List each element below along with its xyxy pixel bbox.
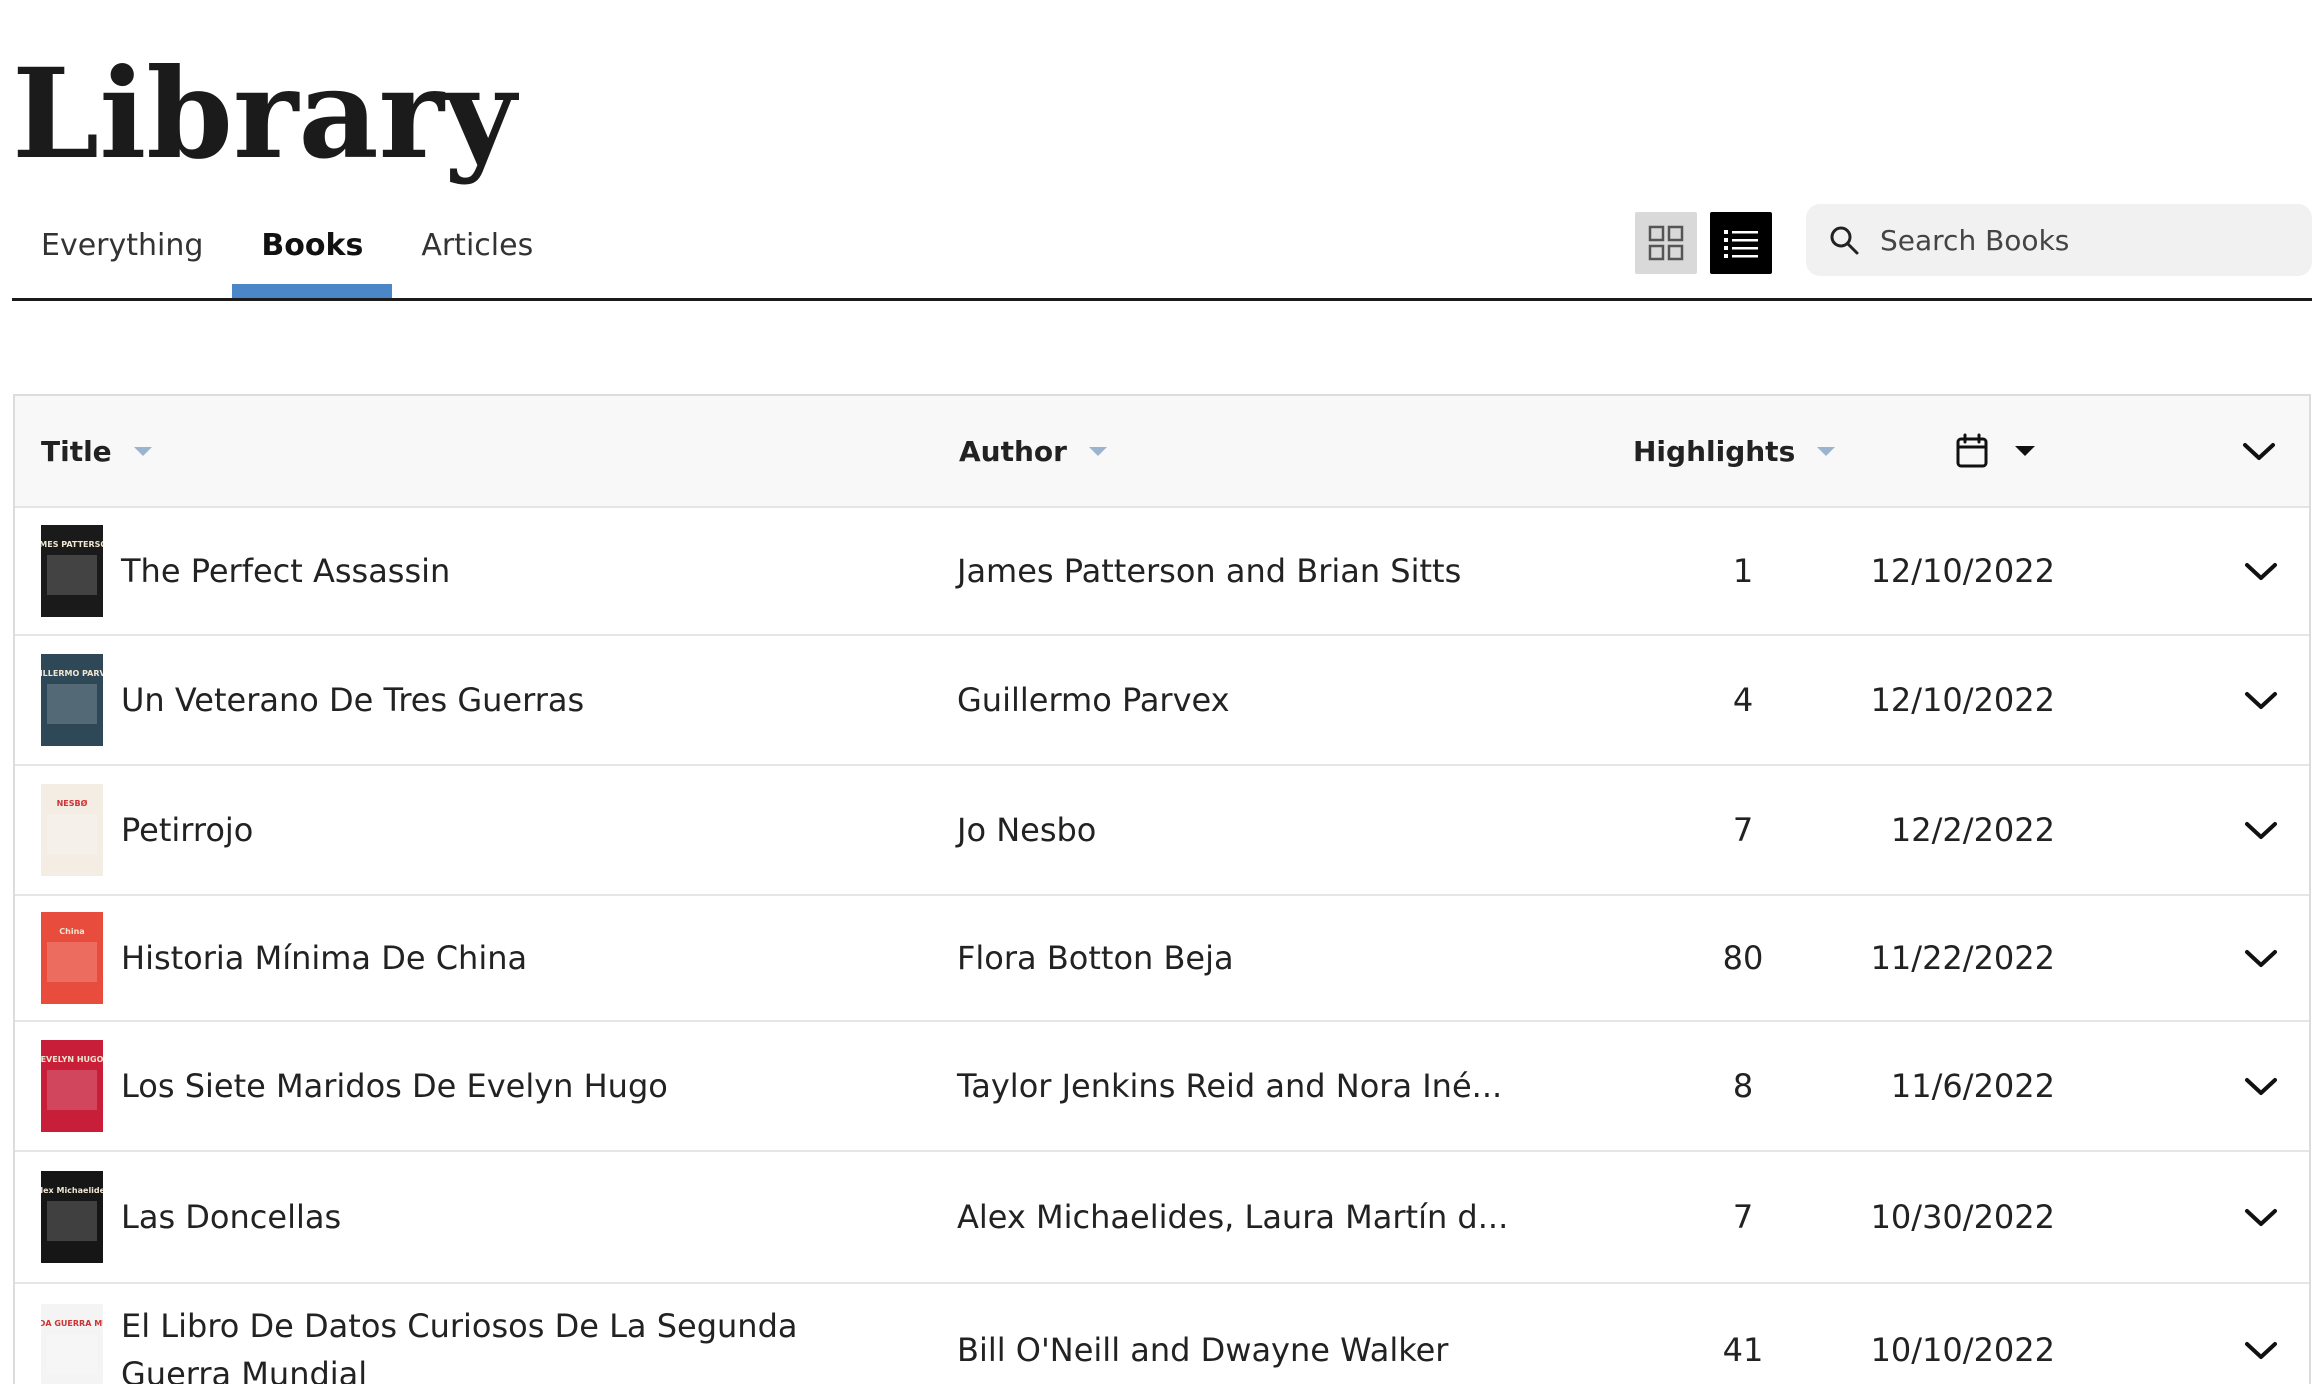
chevron-down-icon	[2245, 950, 2277, 967]
book-author: James Patterson and Brian Sitts	[957, 552, 1462, 590]
chevron-down-icon	[2245, 1078, 2277, 1095]
search-box[interactable]	[1806, 204, 2312, 276]
table-header: Title Author Highlights	[15, 396, 2309, 508]
book-title[interactable]: El Libro De Datos Curiosos De La Segunda…	[121, 1284, 901, 1384]
tab-everything[interactable]: Everything	[12, 204, 232, 288]
table-row[interactable]: GUILLERMO PARVEX Un Veterano De Tres Gue…	[15, 636, 2309, 766]
book-title[interactable]: Las Doncellas	[121, 1152, 901, 1282]
expand-row-button[interactable]	[2241, 1284, 2281, 1384]
search-input[interactable]	[1878, 222, 2302, 258]
expand-row-button[interactable]	[2241, 636, 2281, 764]
highlights-column-header[interactable]: Highlights	[1633, 396, 1836, 506]
table-row[interactable]: Alex Michaelides Las Doncellas Alex Mich…	[15, 1152, 2309, 1284]
book-cover[interactable]: NESBØ	[41, 784, 103, 876]
page-title: Library	[12, 42, 517, 187]
book-cover[interactable]: China	[41, 912, 103, 1004]
expand-row-button[interactable]	[2241, 896, 2281, 1020]
highlights-count: 80	[1722, 939, 1764, 977]
book-date: 12/10/2022	[1870, 681, 2055, 719]
book-title[interactable]: Petirrojo	[121, 766, 901, 894]
date-sort-caret-icon	[2015, 446, 2035, 456]
expand-row-button[interactable]	[2241, 508, 2281, 634]
author-column-label: Author	[959, 434, 1067, 468]
sort-caret-icon	[1817, 446, 1836, 456]
svg-text:Alex Michaelides: Alex Michaelides	[41, 1186, 103, 1195]
date-column-header[interactable]	[1955, 396, 2035, 506]
book-date: 12/10/2022	[1870, 552, 2055, 590]
table-row[interactable]: NESBØ Petirrojo Jo Nesbo 7 12/2/2022	[15, 766, 2309, 896]
sort-caret-icon	[133, 446, 152, 456]
list-icon	[1724, 230, 1758, 258]
table-row[interactable]: SEGUNDA GUERRA MUNDIAL El Libro De Datos…	[15, 1284, 2309, 1384]
book-date: 10/10/2022	[1870, 1331, 2055, 1369]
book-cover[interactable]: SEGUNDA GUERRA MUNDIAL	[41, 1304, 103, 1384]
sort-caret-icon	[1088, 446, 1107, 456]
book-author: Bill O'Neill and Dwayne Walker	[957, 1331, 1449, 1369]
books-table: Title Author Highlights MES PATTERS The …	[13, 394, 2311, 1384]
highlights-count: 1	[1732, 552, 1754, 590]
book-date: 11/6/2022	[1890, 1067, 2055, 1105]
svg-text:EVELYN HUGO: EVELYN HUGO	[41, 1055, 103, 1064]
book-title[interactable]: Un Veterano De Tres Guerras	[121, 636, 901, 764]
chevron-down-icon	[2243, 443, 2275, 460]
highlights-count: 41	[1722, 1331, 1764, 1369]
svg-text:NESBØ: NESBØ	[57, 798, 88, 808]
svg-text:GUILLERMO PARVEX: GUILLERMO PARVEX	[41, 669, 103, 678]
chevron-down-icon	[2245, 692, 2277, 709]
book-title[interactable]: Historia Mínima De China	[121, 896, 901, 1020]
search-icon	[1826, 222, 1862, 258]
tab-articles[interactable]: Articles	[392, 204, 562, 288]
book-author: Guillermo Parvex	[957, 681, 1230, 719]
expand-row-button[interactable]	[2241, 1152, 2281, 1282]
calendar-icon	[1956, 433, 1988, 468]
grid-icon	[1648, 225, 1684, 261]
highlights-count: 4	[1732, 681, 1754, 719]
svg-text:China: China	[59, 927, 84, 936]
expand-row-button[interactable]	[2241, 766, 2281, 894]
list-view-button[interactable]	[1710, 212, 1772, 274]
chevron-down-icon	[2245, 1342, 2277, 1359]
highlights-column-label: Highlights	[1633, 434, 1796, 468]
book-date: 11/22/2022	[1870, 939, 2055, 977]
grid-view-button[interactable]	[1635, 212, 1697, 274]
book-author: Alex Michaelides, Laura Martín d...	[957, 1198, 1509, 1236]
book-cover[interactable]: Alex Michaelides	[41, 1171, 103, 1263]
book-author: Flora Botton Beja	[957, 939, 1234, 977]
chevron-down-icon	[2245, 563, 2277, 580]
table-row[interactable]: China Historia Mínima De China Flora Bot…	[15, 896, 2309, 1022]
book-date: 12/2/2022	[1890, 811, 2055, 849]
book-date: 10/30/2022	[1870, 1198, 2055, 1236]
book-title[interactable]: The Perfect Assassin	[121, 508, 901, 634]
table-row[interactable]: EVELYN HUGO Los Siete Maridos De Evelyn …	[15, 1022, 2309, 1152]
expand-row-button[interactable]	[2241, 1022, 2281, 1150]
tab-divider	[12, 298, 2312, 301]
book-author: Jo Nesbo	[957, 811, 1097, 849]
tab-bar: Everything Books Articles	[12, 204, 562, 300]
highlights-count: 8	[1732, 1067, 1754, 1105]
book-cover[interactable]: EVELYN HUGO	[41, 1040, 103, 1132]
svg-text:JAMES PATTERSON: JAMES PATTERSON	[41, 540, 103, 549]
expand-all-button[interactable]	[2241, 396, 2277, 506]
tab-books[interactable]: Books	[232, 204, 393, 298]
author-column-header[interactable]: Author	[959, 396, 1107, 506]
library-page: Library Everything Books Articles Ti	[0, 0, 2324, 1384]
highlights-count: 7	[1732, 811, 1754, 849]
title-column-label: Title	[41, 434, 112, 468]
chevron-down-icon	[2245, 822, 2277, 839]
title-column-header[interactable]: Title	[41, 396, 152, 506]
chevron-down-icon	[2245, 1209, 2277, 1226]
book-cover[interactable]: JAMES PATTERSON	[41, 525, 103, 617]
table-row[interactable]: JAMES PATTERSON The Perfect Assassin Jam…	[15, 508, 2309, 636]
highlights-count: 7	[1732, 1198, 1754, 1236]
book-title[interactable]: Los Siete Maridos De Evelyn Hugo	[121, 1022, 901, 1150]
svg-text:SEGUNDA GUERRA MUNDIAL: SEGUNDA GUERRA MUNDIAL	[41, 1319, 103, 1328]
book-author: Taylor Jenkins Reid and Nora Iné...	[957, 1067, 1503, 1105]
book-cover[interactable]: GUILLERMO PARVEX	[41, 654, 103, 746]
